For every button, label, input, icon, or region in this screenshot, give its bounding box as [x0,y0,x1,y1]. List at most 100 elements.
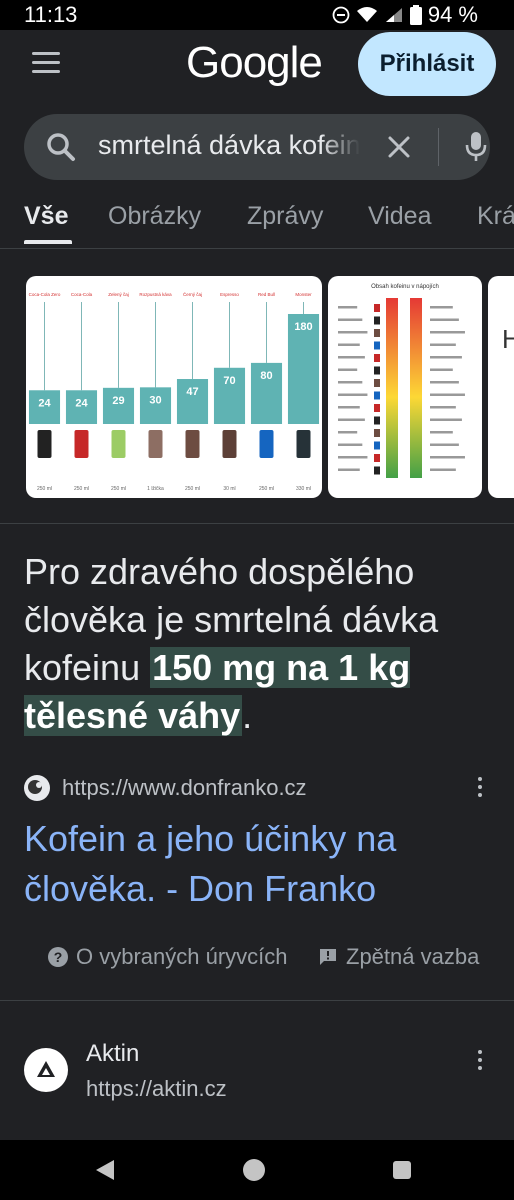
table-row-line [430,431,453,434]
login-button[interactable]: Přihlásit [358,32,496,96]
chart-value-label: 30 [149,394,161,406]
status-time: 11:13 [24,2,78,27]
chart-volume-label: 330 ml [296,486,311,492]
site-favicon [24,775,50,801]
table-row-line [338,393,368,396]
aktin-logo [24,1048,68,1092]
image-result-caffeine-chart[interactable]: 24 Coca-Cola Zero 250 ml 24 Coca-Cola 250 ml 2… [26,276,322,498]
active-tab-indicator [24,240,72,244]
tab-all[interactable]: Vše [24,202,68,231]
chart-drink-label: Espresso [220,292,239,297]
featured-snippet: Pro zdravého dospělého člověka je smrtel… [24,548,494,740]
more-options-icon[interactable] [477,1050,483,1072]
feedback-link[interactable]: Zpětná vazba [318,944,479,970]
chart-volume-label: 250 ml [185,486,200,492]
chart-volume-label: 250 ml [111,486,126,492]
table-row-line [430,393,465,396]
table-drink-icon [374,404,380,412]
chart-drink-label: Red Bull [258,292,275,297]
image-result-caffeine-table[interactable]: Obsah kofeinu v nápojích [328,276,482,498]
table-row-line [430,356,462,359]
search-result-aktin[interactable]: Aktin https://aktin.cz [0,1032,514,1122]
table-row-line [430,306,453,309]
chart-value-label: 24 [38,397,51,409]
table-row-line [338,343,360,346]
table-row-line [430,443,459,446]
chart-volume-label: 1 lžička [147,486,164,492]
battery-icon [409,5,422,25]
table-row-line [430,406,456,409]
chart-value-label: 24 [75,397,88,409]
table-row-line [338,418,365,421]
microphone-icon[interactable] [464,131,488,163]
do-not-disturb-icon [332,6,350,24]
tab-short-videos[interactable]: Krá [477,202,514,231]
search-icon[interactable] [46,132,76,162]
table-row-line [338,456,368,459]
home-icon[interactable] [243,1159,265,1181]
wifi-icon [356,7,377,22]
clear-icon[interactable] [386,134,412,160]
signal-icon [385,8,402,22]
chart-volume-label: 250 ml [74,486,89,492]
hamburger-menu-icon[interactable] [32,52,60,74]
help-icon: ? [48,947,68,967]
result-site-name[interactable]: Aktin [86,1040,139,1068]
table-row-line [430,343,456,346]
svg-text:?: ? [54,949,63,965]
table-drink-icon [374,466,380,475]
chart-drink-label: Coca-Cola [71,292,93,297]
table-drink-icon [374,454,380,462]
table-drink-icon [374,341,380,350]
table-drink-icon [374,429,380,437]
chart-value-label: 47 [186,386,198,398]
table-row-line [430,456,465,459]
section-divider [0,1000,514,1001]
source-url[interactable]: https://www.donfranko.cz [62,775,307,801]
result-url[interactable]: https://aktin.cz [86,1076,227,1102]
table-drink-icon [374,329,380,337]
chart-volume-label: 250 ml [37,486,52,492]
google-logo[interactable]: Google [186,38,323,88]
chart-drink-icon [296,430,311,458]
chart-volume-label: 30 ml [223,486,235,492]
search-divider [438,128,439,166]
recent-apps-icon[interactable] [393,1161,411,1179]
chart-drink-icon [185,430,200,458]
table-drink-icon [374,441,380,450]
table-row-line [338,356,365,359]
image-results: 24 Coca-Cola Zero 250 ml 24 Coca-Cola 250 ml 2… [0,276,514,500]
chart-volume-label: 250 ml [259,486,274,492]
chart-drink-icon [148,430,163,458]
chart-value-label: 180 [294,321,312,333]
table-row-line [338,306,358,309]
tab-videos[interactable]: Videa [368,202,432,231]
table-row-line [430,318,459,321]
about-snippets-link[interactable]: ? O vybraných úryvcích [48,944,288,970]
table-drink-icon [374,366,380,375]
feedback-label: Zpětná vazba [346,944,480,969]
tab-images[interactable]: Obrázky [108,202,201,231]
section-divider [0,523,514,524]
chart-drink-label: Rozpustná káva [139,292,172,297]
chart-drink-icon [222,430,237,458]
search-box[interactable]: smrtelná dávka kofeinu [24,114,490,180]
chart-drink-icon [37,430,52,458]
tab-news[interactable]: Zprávy [247,202,323,231]
snippet-source[interactable]: https://www.donfranko.cz [24,773,494,803]
table-row-line [338,331,368,334]
table-row-line [338,468,360,471]
caffeine-table-title: Obsah kofeinu v nápojích [371,284,439,290]
table-row-line [430,368,453,371]
chart-value-label: 80 [260,370,272,382]
search-input[interactable]: smrtelná dávka kofeinu [98,130,360,164]
image-result-partial[interactable]: H [488,276,514,498]
snippet-text-end: . [242,695,253,736]
chart-drink-icon [111,430,126,458]
status-icons: 94 % [332,2,478,28]
back-icon[interactable] [94,1158,116,1182]
table-row-line [430,468,456,471]
more-options-icon[interactable] [477,777,483,799]
chart-value-label: 70 [223,375,235,387]
result-title-link[interactable]: Kofein a jeho účinky na člověka. - Don F… [24,814,484,914]
